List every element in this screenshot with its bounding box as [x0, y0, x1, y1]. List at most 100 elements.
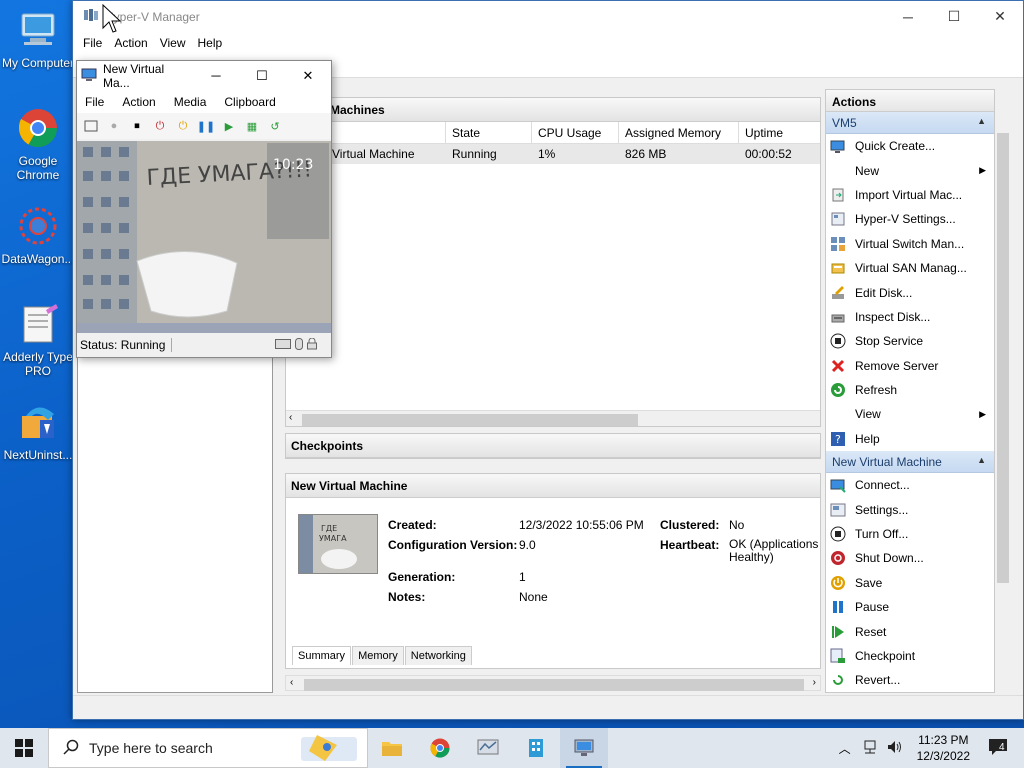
taskbar-clock[interactable]: 11:23 PM 12/3/2022 — [907, 732, 980, 764]
svg-text:?: ? — [835, 433, 841, 446]
action-quick-create[interactable]: Quick Create... — [826, 134, 994, 158]
menu-help[interactable]: Help — [192, 36, 229, 50]
start-icon[interactable]: ● — [104, 117, 124, 135]
save-icon — [830, 575, 846, 591]
vm-action-settings[interactable]: Settings... — [826, 497, 994, 521]
action-edit-disk[interactable]: Edit Disk... — [826, 280, 994, 304]
desktop-icon-adderly[interactable]: Adderly Type PRO — [0, 302, 76, 378]
vm-screen[interactable]: ГДЕ УМАГА?!!! 10:23 — [77, 141, 331, 333]
vm-action-revert[interactable]: Revert... — [826, 668, 994, 692]
action-virtual-switch-man[interactable]: Virtual Switch Man... — [826, 232, 994, 256]
taskbar-file-explorer[interactable] — [368, 728, 416, 768]
chrome-icon — [16, 106, 60, 150]
scrollbar-thumb[interactable] — [304, 679, 804, 691]
title-bar[interactable]: Hyper-V Manager ─ ☐ ✕ — [73, 1, 1023, 32]
minimize-button[interactable]: ─ — [885, 1, 931, 32]
vm-menu-file[interactable]: File — [85, 95, 104, 109]
taskbar-server-manager[interactable] — [512, 728, 560, 768]
menu-file[interactable]: File — [77, 36, 108, 50]
vm-menu-media[interactable]: Media — [174, 95, 207, 109]
clustered-value: No — [729, 518, 745, 532]
clock-time: 11:23 PM — [918, 733, 969, 747]
column-uptime[interactable]: Uptime — [739, 122, 819, 143]
notification-center-button[interactable]: 4 — [980, 738, 1024, 759]
vm-action-pause[interactable]: Pause — [826, 595, 994, 619]
mouse-icon — [295, 337, 303, 353]
actions-group-vm5[interactable]: VM5 — [826, 112, 994, 134]
action-label: Reset — [855, 624, 887, 639]
column-memory[interactable]: Assigned Memory — [619, 122, 739, 143]
column-cpu[interactable]: CPU Usage — [532, 122, 619, 143]
chevron-up-icon[interactable]: ︿ — [833, 740, 857, 757]
taskbar-resource-monitor[interactable] — [464, 728, 512, 768]
vm-menu-action[interactable]: Action — [122, 95, 155, 109]
vm-close-button[interactable]: ✕ — [285, 68, 331, 84]
action-label: Checkpoint — [855, 649, 916, 663]
action-label: Turn Off... — [855, 527, 909, 542]
center-scrollbar[interactable]: ‹ › — [285, 675, 821, 691]
scroll-left-icon[interactable]: ‹ — [290, 677, 293, 688]
shutdown-icon[interactable]: ⏻ — [150, 117, 170, 135]
taskbar: Type here to search ︿ 11:23 PM 12/3/2022… — [0, 728, 1024, 768]
action-virtual-san-manag[interactable]: Virtual SAN Manag... — [826, 256, 994, 280]
vm-action-connect[interactable]: Connect... — [826, 473, 994, 497]
vm-connection-title-bar[interactable]: New Virtual Ma... ─ ☐ ✕ — [77, 61, 331, 91]
column-state[interactable]: State — [446, 122, 532, 143]
vm-action-checkpoint[interactable]: Checkpoint — [826, 644, 994, 668]
taskbar-search-box[interactable]: Type here to search — [48, 728, 368, 768]
action-hyper-v-settings[interactable]: Hyper-V Settings... — [826, 207, 994, 231]
scrollbar-thumb[interactable] — [302, 414, 638, 426]
tab-summary[interactable]: Summary — [292, 646, 352, 665]
desktop-icon-nextuninstaller[interactable]: NextUninst... — [0, 400, 76, 462]
vm-list-scrollbar[interactable]: ‹ — [286, 410, 820, 426]
action-refresh[interactable]: Refresh — [826, 378, 994, 402]
virtual-machines-panel: Machines State CPU Usage Assigned Memory… — [285, 97, 821, 427]
vm-menu-clipboard[interactable]: Clipboard — [224, 95, 275, 109]
reset-icon[interactable]: ▶ — [219, 117, 239, 135]
vm-maximize-button[interactable]: ☐ — [239, 68, 285, 84]
action-help[interactable]: ? Help — [826, 427, 994, 451]
taskbar-chrome[interactable] — [416, 728, 464, 768]
vm-action-shut-down[interactable]: Shut Down... — [826, 546, 994, 570]
start-button[interactable] — [0, 728, 48, 768]
menu-action[interactable]: Action — [108, 36, 153, 50]
action-new[interactable]: New ▶ — [826, 158, 994, 182]
checkpoints-header[interactable]: Checkpoints — [286, 434, 820, 458]
vm-action-turn-off[interactable]: Turn Off... — [826, 522, 994, 546]
tab-memory[interactable]: Memory — [352, 646, 404, 665]
actions-group-new-virtual-machine[interactable]: New Virtual Machine — [826, 451, 994, 474]
action-stop-service[interactable]: Stop Service — [826, 329, 994, 353]
actions-scrollbar[interactable] — [995, 113, 1011, 693]
vm-action-save[interactable]: Save — [826, 571, 994, 595]
close-button[interactable]: ✕ — [977, 1, 1023, 32]
action-view[interactable]: View ▶ — [826, 402, 994, 426]
desktop-icon-chrome[interactable]: Google Chrome — [0, 106, 76, 182]
pause-icon[interactable]: ❚❚ — [196, 117, 216, 135]
network-icon[interactable] — [857, 740, 883, 757]
revert-icon[interactable]: ↺ — [265, 117, 285, 135]
checkpoint-icon[interactable]: ▦ — [242, 117, 262, 135]
mouse-cursor-icon — [102, 3, 122, 37]
maximize-button[interactable]: ☐ — [931, 1, 977, 32]
vm-action-reset[interactable]: Reset — [826, 619, 994, 643]
scroll-left-icon[interactable]: ‹ — [289, 412, 292, 423]
vm-minimize-button[interactable]: ─ — [193, 68, 239, 84]
scroll-right-icon[interactable]: › — [813, 677, 816, 688]
vm-cpu: 1% — [538, 147, 556, 161]
scrollbar-thumb[interactable] — [997, 133, 1009, 583]
action-remove-server[interactable]: Remove Server — [826, 354, 994, 378]
computer-icon — [16, 8, 60, 52]
action-label: Virtual Switch Man... — [855, 236, 965, 251]
tab-networking[interactable]: Networking — [404, 646, 472, 665]
desktop-icon-my-computer[interactable]: My Computer — [0, 8, 76, 70]
volume-icon[interactable] — [883, 740, 907, 757]
taskbar-hyperv-manager[interactable] — [560, 728, 608, 768]
table-row[interactable]: Virtual Machine Running 1% 826 MB 00:00:… — [286, 144, 820, 164]
action-import-virtual-mac[interactable]: Import Virtual Mac... — [826, 183, 994, 207]
menu-view[interactable]: View — [154, 36, 192, 50]
ctrl-alt-del-icon[interactable] — [81, 117, 101, 135]
desktop-icon-datawagon[interactable]: DataWagon... — [0, 204, 76, 266]
save-icon[interactable]: ⏻ — [173, 117, 193, 135]
action-inspect-disk[interactable]: Inspect Disk... — [826, 305, 994, 329]
turn-off-icon[interactable]: ⏹ — [127, 117, 147, 135]
